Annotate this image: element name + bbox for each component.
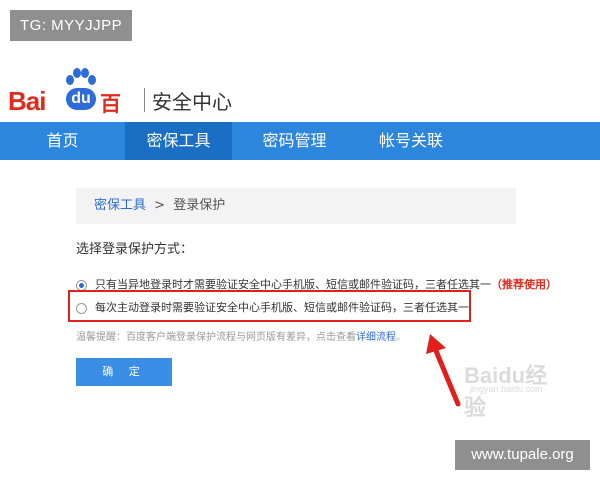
header: Bai du 百度 安全中心 <box>0 64 600 146</box>
radio-remote-login[interactable] <box>76 279 87 291</box>
site-title: 安全中心 <box>152 90 232 114</box>
nav-item-account-link[interactable]: 帐号关联 <box>357 122 465 160</box>
recommend-badge: （推荐使用） <box>491 278 557 291</box>
breadcrumb-separator: > <box>154 198 166 213</box>
tip-end: 。 <box>396 332 406 343</box>
nav-item-security-tools[interactable]: 密保工具 <box>125 122 232 160</box>
nav-item-password[interactable]: 密码管理 <box>232 122 357 160</box>
paw-icon <box>66 68 96 85</box>
detail-flow-link[interactable]: 详细流程 <box>356 332 396 343</box>
watermark-subtext: jingyan.baidu.com <box>470 384 543 394</box>
watermark: Baidu经验 jingyan.baidu.com <box>464 352 568 420</box>
logo-latin: Bai <box>8 86 46 116</box>
logo-du: du <box>66 88 96 110</box>
tip-text: 温馨提醒：百度客户端登录保护流程与网页版有差异，点击查看 <box>76 332 356 343</box>
nav-item-home[interactable]: 首页 <box>0 122 125 160</box>
highlight-annotation <box>68 290 471 322</box>
breadcrumb: 密保工具 > 登录保护 <box>76 188 516 224</box>
site-url-tag: www.tupale.org <box>455 440 590 470</box>
header-divider <box>144 88 145 112</box>
tip-note: 温馨提醒：百度客户端登录保护流程与网页版有差异，点击查看详细流程。 <box>76 328 406 343</box>
main-nav: 首页 密保工具 密码管理 帐号关联 <box>0 122 600 160</box>
breadcrumb-parent[interactable]: 密保工具 <box>94 198 146 213</box>
channel-tag: TG: MYYJJPP <box>10 10 133 41</box>
confirm-button[interactable]: 确 定 <box>76 358 172 386</box>
breadcrumb-current: 登录保护 <box>173 198 226 213</box>
protection-prompt: 选择登录保护方式： <box>76 242 194 257</box>
